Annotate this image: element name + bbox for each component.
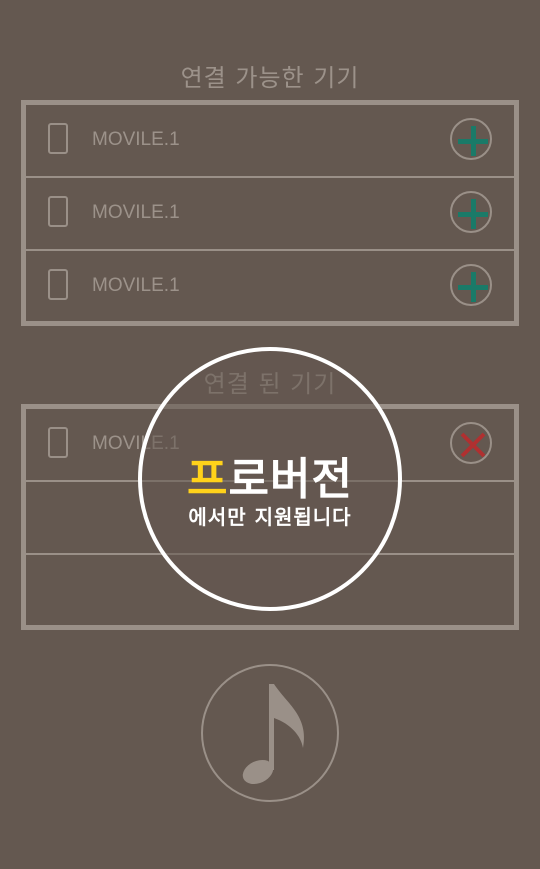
- device-label: MOVILE.1: [92, 275, 180, 296]
- pro-version-title: 프로버전: [142, 443, 398, 507]
- music-note-icon: [242, 684, 305, 785]
- music-button[interactable]: [201, 664, 339, 802]
- close-icon: [460, 432, 486, 458]
- available-devices-title: 연결 가능한 기기: [180, 64, 360, 92]
- phone-icon: [48, 196, 68, 227]
- pro-title-rest: 로버전: [228, 454, 353, 505]
- add-device-button[interactable]: [450, 191, 492, 233]
- available-devices-list: MOVILE.1 MOVILE.1 MOVILE.1: [21, 100, 519, 326]
- add-device-button[interactable]: [450, 264, 492, 306]
- pro-version-subtitle: 에서만 지원됩니다: [188, 505, 352, 529]
- pro-title-highlight: 프: [187, 454, 229, 505]
- device-row[interactable]: MOVILE.1: [26, 251, 514, 324]
- device-label: MOVILE.1: [92, 129, 180, 150]
- plus-icon: [458, 199, 488, 229]
- phone-icon: [48, 427, 68, 458]
- add-device-button[interactable]: [450, 118, 492, 160]
- device-label: MOVILE.1: [92, 202, 180, 223]
- phone-icon: [48, 269, 68, 300]
- device-row[interactable]: MOVILE.1: [26, 178, 514, 251]
- pro-version-overlay[interactable]: 프로버전 에서만 지원됩니다: [138, 347, 402, 611]
- plus-icon: [458, 272, 488, 302]
- plus-icon: [458, 126, 488, 156]
- phone-icon: [48, 123, 68, 154]
- remove-device-button[interactable]: [450, 422, 492, 464]
- device-row[interactable]: MOVILE.1: [26, 105, 514, 178]
